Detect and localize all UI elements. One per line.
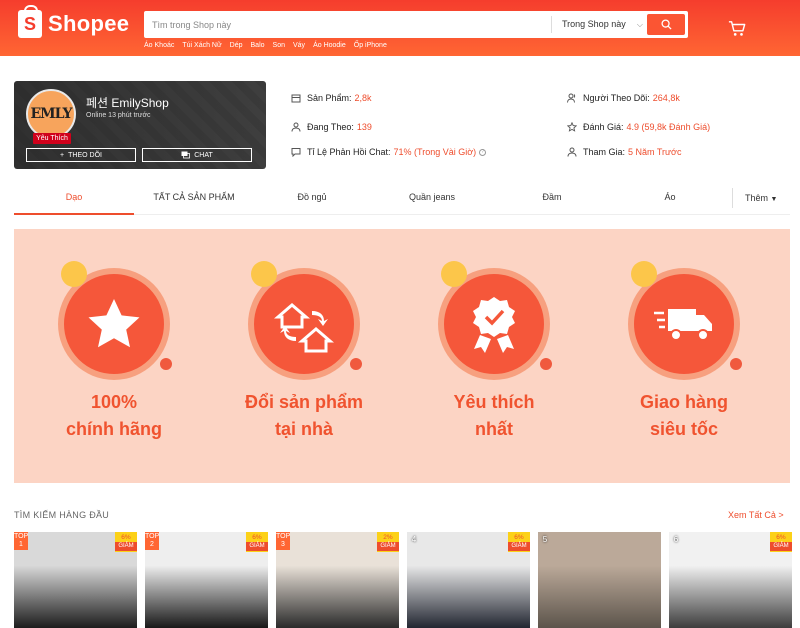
- chevron-down-icon: ⌵: [636, 20, 643, 29]
- tab-sleepwear[interactable]: Đồ ngủ: [254, 182, 370, 215]
- plus-icon: +: [60, 151, 65, 159]
- caret-down-icon: ▼: [770, 196, 778, 203]
- award-badge-icon: [473, 297, 515, 353]
- shop-online-status: Online 13 phút trước: [86, 112, 151, 119]
- top-search-title: TÌM KIẾM HÀNG ĐẦU: [14, 510, 110, 520]
- tab-more-dropdown[interactable]: Thêm ▼: [732, 188, 777, 208]
- tab-all-products[interactable]: TẤT CẢ SẢN PHẨM: [134, 182, 254, 215]
- product-card[interactable]: 6 6% GIẢM: [669, 532, 792, 628]
- store-icon: [291, 94, 301, 103]
- banner-feature-authentic: 100% chính hãng: [44, 259, 184, 459]
- keyword-link[interactable]: Balo: [251, 42, 265, 49]
- rank-badge: TOP 1: [14, 532, 29, 550]
- top-search-products: TOP 1 6% GIẢM TOP 2 6% GIẢM TOP 3 2% GIẢM 4 6%…: [14, 532, 800, 628]
- keyword-link[interactable]: Áo Hoodie: [313, 42, 346, 49]
- follow-label: THEO DÕI: [68, 151, 102, 159]
- search-input[interactable]: [152, 15, 542, 34]
- chat-bubble-icon: [291, 148, 301, 157]
- follow-button[interactable]: + THEO DÕI: [26, 148, 136, 162]
- chat-button[interactable]: CHAT: [142, 148, 252, 162]
- shop-name: 페션 EmilyShop: [86, 96, 169, 110]
- star-outline-icon: [567, 122, 577, 132]
- followers-icon: [567, 93, 576, 103]
- shop-banner[interactable]: 100% chính hãng Đổi sản phẩm tại nhà Yêu t…: [14, 229, 790, 483]
- delivery-truck-icon: [654, 309, 712, 341]
- rank-badge: TOP 3: [276, 532, 291, 550]
- discount-badge: 2% GIẢM: [377, 532, 399, 552]
- rank-badge: TOP 2: [145, 532, 160, 550]
- keyword-link[interactable]: Ốp iPhone: [354, 42, 387, 49]
- stat-followers: Người Theo Dõi: 264,8k: [567, 93, 680, 103]
- stat-joined: Tham Gia: 5 Năm Trước: [567, 147, 681, 157]
- stat-following: Đang Theo: 139: [291, 122, 372, 132]
- keyword-link[interactable]: Váy: [293, 42, 305, 49]
- discount-badge: 6% GIẢM: [246, 532, 268, 552]
- tab-dao[interactable]: Dạo: [14, 182, 134, 215]
- shopee-logo[interactable]: S Shopee: [18, 5, 130, 38]
- tab-jeans[interactable]: Quần jeans: [374, 182, 490, 215]
- stat-rating: Đánh Giá: 4.9 (59,8k Đánh Giá): [567, 122, 710, 132]
- search-button[interactable]: [647, 14, 685, 35]
- brand-name: Shopee: [48, 11, 130, 36]
- product-card[interactable]: TOP 1 6% GIẢM: [14, 532, 137, 628]
- stat-chat-rate: Tỉ Lệ Phản Hồi Chat: 71% (Trong Vài Giờ) …: [291, 147, 487, 157]
- avatar[interactable]: EMLY: [26, 89, 76, 139]
- stat-products: Sản Phẩm: 2,8k: [291, 93, 372, 103]
- keyword-link[interactable]: Túi Xách Nữ: [182, 42, 221, 49]
- see-all-link[interactable]: Xem Tất Cả >: [728, 510, 784, 520]
- search-scope-label: Trong Shop này: [562, 19, 626, 29]
- product-card[interactable]: TOP 2 6% GIẢM: [145, 532, 268, 628]
- shopee-bag-icon: S: [18, 5, 42, 38]
- tab-dresses[interactable]: Đầm: [494, 182, 610, 215]
- banner-feature-favorite: Yêu thích nhất: [424, 259, 564, 459]
- product-card[interactable]: 5: [538, 532, 661, 628]
- star-icon: [88, 299, 140, 348]
- home-exchange-icon: [274, 303, 334, 353]
- banner-feature-exchange: Đổi sản phẩm tại nhà: [234, 259, 374, 459]
- rank-number: 5: [542, 535, 548, 544]
- header-bar: S Shopee Trong Shop này ⌵ Áo Khoác Túi X…: [0, 0, 800, 56]
- cart-icon[interactable]: [728, 20, 746, 38]
- rank-number: 4: [411, 535, 417, 544]
- shop-tabs: Dạo TẤT CẢ SẢN PHẨM Đồ ngủ Quần jeans Đầ…: [14, 182, 790, 215]
- keyword-link[interactable]: Dép: [230, 42, 243, 49]
- search-icon: [660, 19, 672, 30]
- product-card[interactable]: TOP 3 2% GIẢM: [276, 532, 399, 628]
- keyword-link[interactable]: Áo Khoác: [144, 42, 174, 49]
- keyword-link[interactable]: Son: [273, 42, 285, 49]
- help-icon[interactable]: ?: [479, 148, 487, 156]
- user-join-icon: [567, 147, 577, 157]
- chat-label: CHAT: [194, 151, 213, 159]
- rank-number: 6: [673, 535, 679, 544]
- discount-badge: 6% GIẢM: [115, 532, 137, 552]
- discount-badge: 6% GIẢM: [508, 532, 530, 552]
- chat-icon: [181, 151, 191, 159]
- search-bar: Trong Shop này ⌵: [144, 11, 688, 38]
- keyword-suggestions: Áo Khoác Túi Xách Nữ Dép Balo Son Váy Áo…: [144, 42, 387, 49]
- shop-profile-card: EMLY Yêu Thích 페션 EmilyShop Online 13 ph…: [14, 81, 266, 169]
- search-scope-dropdown[interactable]: Trong Shop này ⌵: [551, 16, 643, 33]
- tab-tops[interactable]: Áo: [614, 182, 726, 215]
- discount-badge: 6% GIẢM: [770, 532, 792, 552]
- banner-feature-delivery: Giao hàng siêu tốc: [614, 259, 754, 459]
- user-icon: [291, 122, 301, 132]
- product-card[interactable]: 4 6% GIẢM: [407, 532, 530, 628]
- favorite-badge: Yêu Thích: [33, 133, 71, 144]
